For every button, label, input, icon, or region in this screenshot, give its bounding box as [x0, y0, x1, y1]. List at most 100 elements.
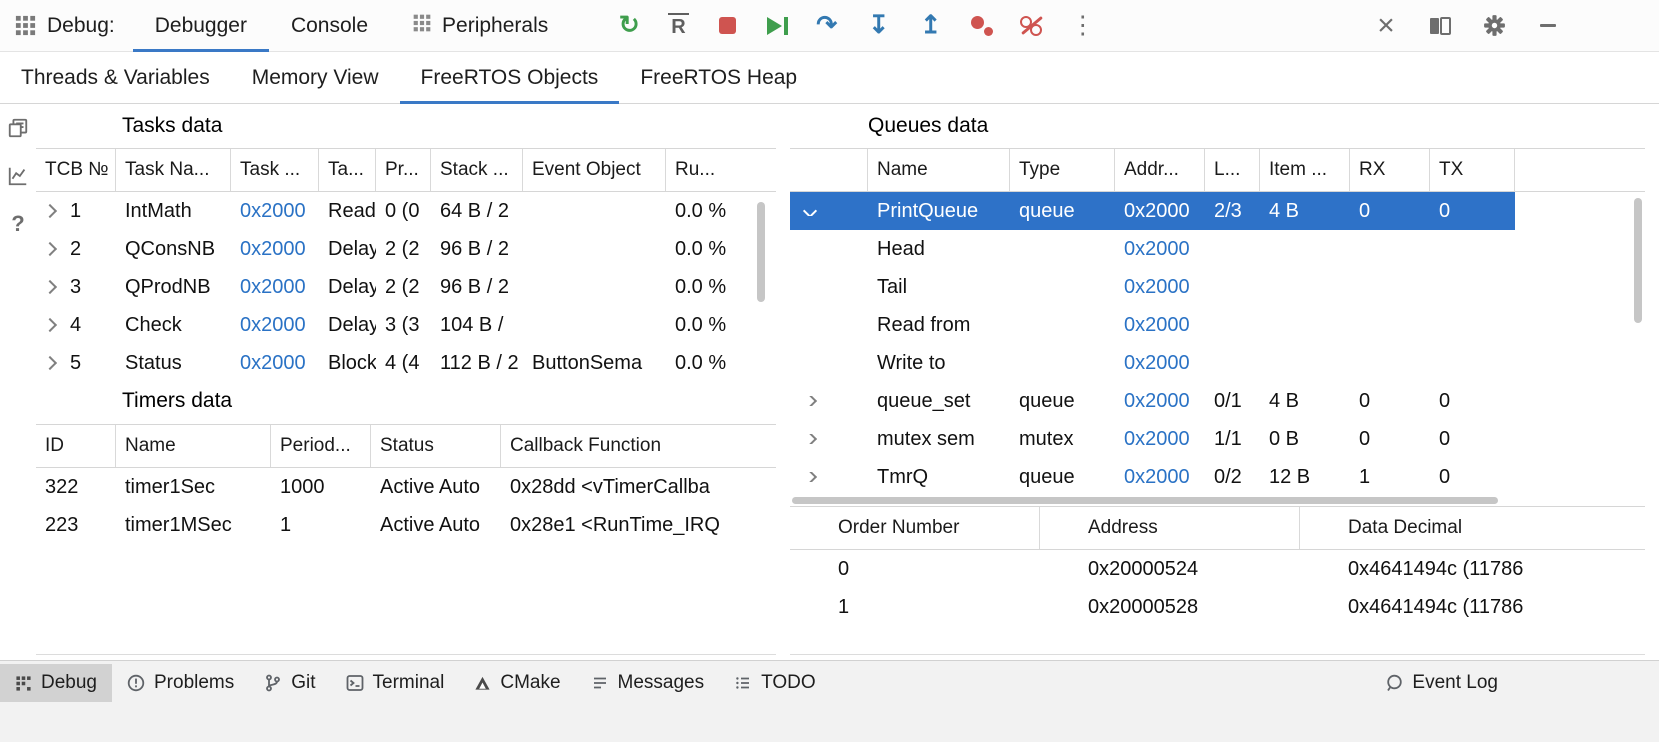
toolbar-item-messages[interactable]: Messages: [576, 664, 720, 702]
column-header[interactable]: Pr...: [376, 149, 431, 191]
table-row[interactable]: queue_set queue 0x2000 0/1 4 B 0 0: [790, 382, 1515, 420]
table-row[interactable]: 2 QConsNB 0x2000 Delay 2 (2 96 B / 2 0.0…: [36, 230, 776, 268]
tab-freertos-heap[interactable]: FreeRTOS Heap: [619, 52, 818, 104]
address-link[interactable]: 0x2000: [231, 238, 319, 261]
toolbar-item-problems[interactable]: Problems: [112, 664, 249, 702]
column-header[interactable]: Ta...: [319, 149, 376, 191]
peripherals-grid-icon: [412, 13, 432, 39]
column-header[interactable]: Task ...: [231, 149, 319, 191]
help-icon[interactable]: ?: [6, 212, 30, 236]
chevron-down-icon[interactable]: [803, 206, 817, 216]
address-link[interactable]: 0x2000: [231, 276, 319, 299]
reset-icon[interactable]: R: [668, 13, 688, 39]
gear-icon[interactable]: [1481, 13, 1507, 39]
tab-memory-view[interactable]: Memory View: [231, 52, 400, 104]
table-row-child[interactable]: Write to 0x2000: [790, 344, 1515, 382]
close-icon[interactable]: ×: [1373, 13, 1399, 39]
toolbar-item-event-log[interactable]: Event Log: [1370, 664, 1513, 702]
address-link[interactable]: 0x2000: [1115, 314, 1205, 337]
column-header[interactable]: RX: [1350, 149, 1430, 191]
table-row[interactable]: TmrQ queue 0x2000 0/2 12 B 1 0: [790, 458, 1515, 496]
export-chart-icon[interactable]: [6, 164, 30, 188]
column-header[interactable]: Name: [116, 425, 271, 467]
queues-horizontal-scrollbar[interactable]: [792, 497, 1498, 504]
step-out-icon[interactable]: ↥: [918, 13, 944, 39]
column-header[interactable]: Task Na...: [116, 149, 231, 191]
address-link[interactable]: 0x2000: [231, 352, 319, 375]
tab-debugger[interactable]: Debugger: [133, 0, 269, 52]
resume-icon[interactable]: [767, 17, 788, 35]
column-header[interactable]: ID: [36, 425, 116, 467]
mute-breakpoints-icon[interactable]: [1020, 15, 1044, 37]
table-row[interactable]: mutex sem mutex 0x2000 1/1 0 B 0 0: [790, 420, 1515, 458]
step-into-icon[interactable]: ↧: [866, 13, 892, 39]
table-row[interactable]: 1 IntMath 0x2000 Read 0 (0 64 B / 2 0.0 …: [36, 192, 776, 230]
column-header[interactable]: Order Number: [790, 507, 1040, 549]
tab-console[interactable]: Console: [269, 0, 390, 52]
address-link[interactable]: 0x2000: [1115, 428, 1205, 451]
column-header[interactable]: Address: [1040, 507, 1300, 549]
column-header[interactable]: Name: [868, 149, 1010, 191]
toolbar-item-todo[interactable]: TODO: [719, 664, 831, 702]
step-over-icon[interactable]: ↷: [814, 13, 840, 39]
restore-layout-icon[interactable]: [6, 116, 30, 140]
chevron-right-icon[interactable]: [43, 242, 57, 256]
table-row[interactable]: 223 timer1MSec 1 Active Auto 0x28e1 <Run…: [36, 506, 776, 544]
column-header[interactable]: [790, 149, 868, 191]
address-link[interactable]: 0x2000: [1115, 466, 1205, 489]
address-link[interactable]: 0x2000: [1115, 390, 1205, 413]
table-row[interactable]: 5 Status 0x2000 Block 4 (4 112 B / 2 But…: [36, 344, 776, 382]
chevron-right-icon[interactable]: [43, 280, 57, 294]
column-header[interactable]: Callback Function: [501, 425, 776, 467]
layout-settings-icon[interactable]: [1427, 13, 1453, 39]
toolbar-item-debug[interactable]: Debug: [0, 664, 112, 702]
address-link[interactable]: 0x2000: [231, 200, 319, 223]
address-link[interactable]: 0x2000: [1115, 238, 1205, 261]
rerun-icon[interactable]: ↻: [616, 13, 642, 39]
chevron-right-icon[interactable]: [803, 396, 817, 406]
address-link[interactable]: 0x2000: [1115, 352, 1205, 375]
table-row-child[interactable]: Tail 0x2000: [790, 268, 1515, 306]
tab-peripherals[interactable]: Peripherals: [390, 0, 570, 52]
table-row[interactable]: 0 0x20000524 0x4641494c (11786: [790, 550, 1645, 588]
address-link[interactable]: 0x2000: [231, 314, 319, 337]
chevron-right-icon[interactable]: [43, 204, 57, 218]
tasks-vertical-scrollbar[interactable]: [757, 202, 765, 302]
table-row-child[interactable]: Head 0x2000: [790, 230, 1515, 268]
column-header[interactable]: TCB №: [36, 149, 116, 191]
chevron-right-icon[interactable]: [43, 318, 57, 332]
column-header[interactable]: Ru...: [666, 149, 776, 191]
table-row[interactable]: 4 Check 0x2000 Delay 3 (3 104 B / 0.0 %: [36, 306, 776, 344]
queues-vertical-scrollbar[interactable]: [1634, 198, 1642, 323]
column-header[interactable]: Status: [371, 425, 501, 467]
column-header[interactable]: Period...: [271, 425, 371, 467]
more-options-icon[interactable]: ⋮: [1070, 13, 1096, 39]
minimize-icon[interactable]: [1535, 13, 1561, 39]
chevron-right-icon[interactable]: [803, 434, 817, 444]
tab-freertos-objects[interactable]: FreeRTOS Objects: [400, 52, 620, 104]
column-header[interactable]: TX: [1430, 149, 1515, 191]
column-header[interactable]: L...: [1205, 149, 1260, 191]
toolbar-item-git[interactable]: Git: [249, 664, 330, 702]
column-header[interactable]: Type: [1010, 149, 1115, 191]
toolbar-item-terminal[interactable]: Terminal: [331, 664, 460, 702]
timers-table-header: ID Name Period... Status Callback Functi…: [36, 424, 776, 468]
column-header[interactable]: Data Decimal: [1300, 507, 1645, 549]
tab-threads-variables[interactable]: Threads & Variables: [0, 52, 231, 104]
table-row-selected[interactable]: PrintQueue queue 0x2000 2/3 4 B 0 0: [790, 192, 1515, 230]
table-row[interactable]: 322 timer1Sec 1000 Active Auto 0x28dd <v…: [36, 468, 776, 506]
stop-icon[interactable]: [715, 13, 741, 39]
table-row[interactable]: 1 0x20000528 0x4641494c (11786: [790, 588, 1645, 626]
chevron-right-icon[interactable]: [43, 356, 57, 370]
column-header[interactable]: Event Object: [523, 149, 666, 191]
toolbar-item-cmake[interactable]: CMake: [459, 664, 575, 702]
chevron-right-icon[interactable]: [803, 472, 817, 482]
column-header[interactable]: Stack ...: [431, 149, 523, 191]
view-breakpoints-icon[interactable]: [970, 15, 994, 37]
table-row-child[interactable]: Read from 0x2000: [790, 306, 1515, 344]
address-link[interactable]: 0x2000: [1115, 200, 1205, 223]
column-header[interactable]: Addr...: [1115, 149, 1205, 191]
column-header[interactable]: Item ...: [1260, 149, 1350, 191]
table-row[interactable]: 3 QProdNB 0x2000 Delay 2 (2 96 B / 2 0.0…: [36, 268, 776, 306]
address-link[interactable]: 0x2000: [1115, 276, 1205, 299]
